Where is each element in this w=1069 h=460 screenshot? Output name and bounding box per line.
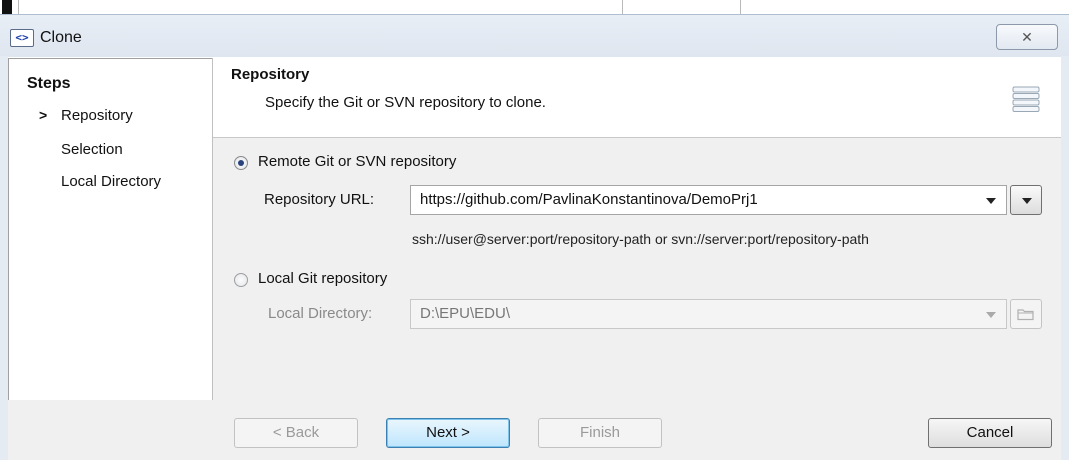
close-button[interactable]: ✕ xyxy=(996,24,1058,50)
browse-folder-button[interactable] xyxy=(1010,299,1042,329)
radio-selected-dot xyxy=(238,160,244,166)
step-local-directory: Local Directory xyxy=(61,173,162,190)
folder-icon xyxy=(1017,309,1034,321)
app-icon: <> xyxy=(10,29,34,47)
dialog-titlebar: <> Clone ✕ xyxy=(0,14,1069,57)
page-header: Repository Specify the Git or SVN reposi… xyxy=(213,58,1061,138)
current-step-arrow-icon: > xyxy=(39,107,48,123)
step-selection: Selection xyxy=(61,141,123,158)
page-title: Repository xyxy=(231,66,310,83)
local-directory-label: Local Directory: xyxy=(268,305,373,322)
steps-title: Steps xyxy=(27,75,71,92)
repository-history-button[interactable] xyxy=(1010,185,1042,215)
finish-button[interactable]: Finish xyxy=(538,418,662,448)
repository-url-label: Repository URL: xyxy=(264,191,375,208)
page-description: Specify the Git or SVN repository to clo… xyxy=(265,94,546,111)
remote-repository-radio[interactable] xyxy=(234,156,248,170)
repository-url-value[interactable]: https://github.com/PavlinaKonstantinova/… xyxy=(420,191,758,208)
separator xyxy=(18,0,19,14)
content-area xyxy=(213,138,1061,400)
steps-panel: Steps > Repository Selection Local Direc… xyxy=(8,58,213,402)
chevron-down-icon xyxy=(1022,198,1032,204)
separator xyxy=(622,0,623,14)
repository-stack-icon xyxy=(1012,86,1040,112)
cancel-button[interactable]: Cancel xyxy=(928,418,1052,448)
background-window-edge xyxy=(2,0,12,14)
next-button[interactable]: Next > xyxy=(386,418,510,448)
window-frame-left xyxy=(0,56,8,460)
repository-url-hint: ssh://user@server:port/repository-path o… xyxy=(412,231,869,247)
dialog-footer xyxy=(8,400,1061,460)
local-repository-label[interactable]: Local Git repository xyxy=(258,270,387,287)
local-directory-combo[interactable]: D:\EPU\EDU\ xyxy=(410,299,1007,329)
dialog-title: Clone xyxy=(40,29,82,46)
step-repository: Repository xyxy=(61,107,133,124)
local-repository-radio[interactable] xyxy=(234,273,248,287)
window-frame-right xyxy=(1061,56,1069,460)
back-button[interactable]: < Back xyxy=(234,418,358,448)
local-directory-value[interactable]: D:\EPU\EDU\ xyxy=(420,305,510,322)
remote-repository-label[interactable]: Remote Git or SVN repository xyxy=(258,153,456,170)
background-window-strip xyxy=(0,0,1069,14)
chevron-down-icon[interactable] xyxy=(986,312,996,318)
chevron-down-icon[interactable] xyxy=(986,198,996,204)
separator xyxy=(740,0,741,14)
repository-url-combo[interactable]: https://github.com/PavlinaKonstantinova/… xyxy=(410,185,1007,215)
